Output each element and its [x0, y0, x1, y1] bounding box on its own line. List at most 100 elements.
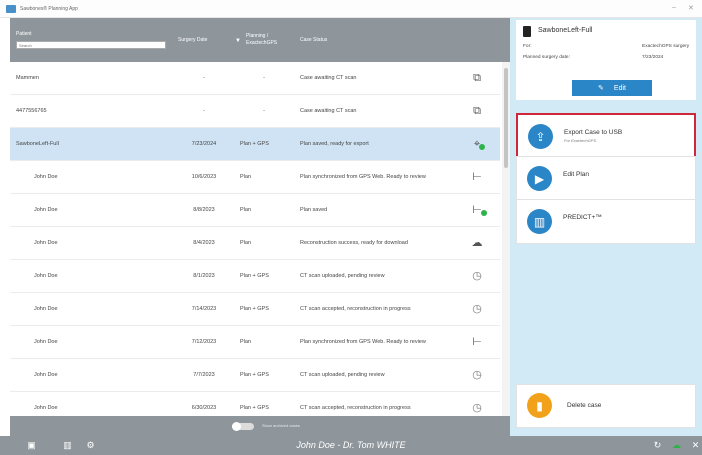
for-value: ExactechGPS surgery — [642, 44, 690, 49]
case-status: CT scan uploaded, pending review — [300, 273, 385, 279]
planning-type: - — [263, 75, 265, 81]
column-header-planning[interactable]: Planning / ExactechGPS — [246, 18, 296, 62]
plan-arrow-icon: ⊢ — [472, 171, 482, 183]
edit-plan-label: Edit Plan — [563, 171, 590, 178]
surgery-date: 7/23/2024 — [191, 141, 217, 147]
delete-case-label: Delete case — [567, 402, 602, 409]
case-status: Reconstruction success, ready for downlo… — [300, 240, 408, 246]
close-window-button[interactable]: ✕ — [688, 4, 694, 12]
trash-icon: ▮ — [527, 393, 552, 418]
export-usb-button[interactable]: ⇪ Export Case to USB For ExactechGPS — [516, 113, 696, 158]
footer-user-text: John Doe - Dr. Tom WHITE — [296, 440, 406, 450]
sort-descending-icon[interactable]: ▼ — [235, 38, 241, 44]
case-status: CT scan accepted, reconstruction in prog… — [300, 306, 411, 312]
clock-icon: ◷ — [472, 303, 482, 315]
plan-check-icon: ⊢ — [465, 194, 489, 227]
usb-icon: ⇪ — [528, 124, 553, 149]
table-row[interactable]: John Doe 7/14/2023 Plan + GPS CT scan accep… — [10, 293, 500, 326]
pencil-icon: ✎ — [598, 85, 604, 92]
show-archived-label: Show archived cases — [262, 423, 300, 428]
toggle-knob — [232, 422, 241, 431]
case-status: Case awaiting CT scan — [300, 108, 357, 114]
scrollbar-thumb[interactable] — [504, 68, 508, 168]
planning-type: Plan + GPS — [240, 273, 269, 279]
planning-type: Plan + GPS — [240, 372, 269, 378]
window-titlebar: Sawbones® Planning App – ✕ — [0, 0, 702, 18]
export-usb-label: Export Case to USB — [564, 129, 623, 136]
table-row[interactable]: John Doe 8/8/2023 Plan Plan saved ⊢ — [10, 194, 500, 227]
table-row[interactable]: Mammen - - Case awaiting CT scan ⧉ — [10, 62, 500, 95]
column-header-patient[interactable]: Patient — [16, 18, 166, 62]
patient-name: John Doe — [34, 207, 58, 213]
predict-button[interactable]: ▥ PREDICT+™ — [516, 199, 696, 244]
patient-search-input[interactable] — [16, 41, 166, 49]
column-header-case-status[interactable]: Case Status — [300, 18, 400, 62]
case-status: Plan synchronized from GPS Web. Ready to… — [300, 339, 426, 345]
patient-name: John Doe — [34, 273, 58, 279]
planning-type: Plan — [240, 339, 252, 345]
case-status: Plan saved, ready for export — [300, 141, 369, 147]
app-icon — [6, 4, 16, 13]
table-row[interactable]: 4477556765 - - Case awaiting CT scan ⧉ — [10, 95, 500, 128]
case-status: Plan synchronized from GPS Web. Ready to… — [300, 174, 426, 180]
surgery-date: - — [203, 75, 205, 81]
case-name: SawboneLeft-Full — [538, 27, 593, 34]
table-row[interactable]: John Doe 10/6/2023 Plan Plan synchronized f… — [10, 161, 500, 194]
patient-name: John Doe — [34, 372, 58, 378]
surgery-date: 7/7/2023 — [193, 372, 215, 378]
refresh-icon[interactable]: ↻ — [652, 440, 663, 451]
edit-case-button[interactable]: ✎ Edit — [572, 80, 652, 96]
case-list-panel: Patient Surgery Date ▼ Planning / Exacte… — [10, 18, 510, 436]
clock-icon: ◷ — [472, 270, 482, 282]
surgery-date: 8/4/2023 — [193, 240, 215, 246]
planned-date-value: 7/23/2024 — [642, 55, 664, 60]
status-footer: ▣ ▥ ⚙ John Doe - Dr. Tom WHITE ↻ ☁ ✕ — [0, 436, 702, 455]
case-status: Plan saved — [300, 207, 328, 213]
edit-plan-button[interactable]: ▶ Edit Plan — [516, 156, 696, 201]
status-ok-badge — [479, 144, 486, 150]
delete-case-button[interactable]: ▮ Delete case — [516, 384, 696, 428]
surgery-date: 8/8/2023 — [193, 207, 215, 213]
patient-name: 4477556765 — [16, 108, 47, 114]
planning-type: Plan — [240, 174, 252, 180]
export-usb-sublabel: For ExactechGPS — [564, 138, 597, 143]
table-row[interactable]: John Doe 8/4/2023 Plan Reconstruction succe… — [10, 227, 500, 260]
table-row[interactable]: John Doe 8/1/2023 Plan + GPS CT scan upload… — [10, 260, 500, 293]
planning-type: - — [263, 108, 265, 114]
show-archived-toggle[interactable] — [232, 422, 254, 431]
cloud-sync-icon[interactable]: ☁ — [671, 440, 682, 451]
edit-case-label: Edit — [613, 84, 626, 92]
cloud-download-icon: ☁ — [471, 237, 483, 249]
table-row[interactable]: John Doe 7/7/2023 Plan + GPS CT scan upload… — [10, 359, 500, 392]
copy-icon: ⧉ — [473, 72, 481, 84]
for-label: For: — [523, 44, 532, 49]
surgery-date: - — [203, 108, 205, 114]
surgery-date: 10/6/2023 — [191, 174, 217, 180]
status-ok-badge — [480, 210, 487, 216]
window-title: Sawbones® Planning App — [20, 5, 78, 12]
patient-name: SawboneLeft-Full — [16, 141, 59, 147]
column-header-surgery-date[interactable]: Surgery Date — [178, 18, 230, 62]
clock-icon: ◷ — [472, 369, 482, 381]
table-footer-bar: Show archived cases — [10, 416, 510, 436]
case-detail-panel: SawboneLeft-Full For: ExactechGPS surger… — [510, 18, 702, 436]
case-status: Case awaiting CT scan — [300, 75, 357, 81]
planning-type: Plan + GPS — [240, 141, 269, 147]
surgery-date: 7/12/2023 — [191, 339, 217, 345]
planning-type: Plan + GPS — [240, 306, 269, 312]
predict-chart-icon: ▥ — [527, 209, 552, 234]
patient-name: John Doe — [34, 174, 58, 180]
case-info-card: SawboneLeft-Full For: ExactechGPS surger… — [516, 20, 696, 100]
vertical-scrollbar[interactable] — [502, 62, 510, 416]
table-row[interactable]: John Doe 7/12/2023 Plan Plan synchronized f… — [10, 326, 500, 359]
patient-name: John Doe — [34, 339, 58, 345]
patient-name: Mammen — [16, 75, 39, 81]
table-row[interactable]: SawboneLeft-Full 7/23/2024 Plan + GPS Plan … — [10, 128, 500, 161]
patient-name: John Doe — [34, 306, 58, 312]
logout-icon[interactable]: ✕ — [690, 440, 701, 451]
file-icon — [523, 26, 531, 37]
copy-icon: ⧉ — [473, 105, 481, 117]
case-status: CT scan uploaded, pending review — [300, 372, 385, 378]
planned-date-label: Planned surgery date: — [523, 55, 570, 60]
minimize-button[interactable]: – — [672, 4, 676, 11]
